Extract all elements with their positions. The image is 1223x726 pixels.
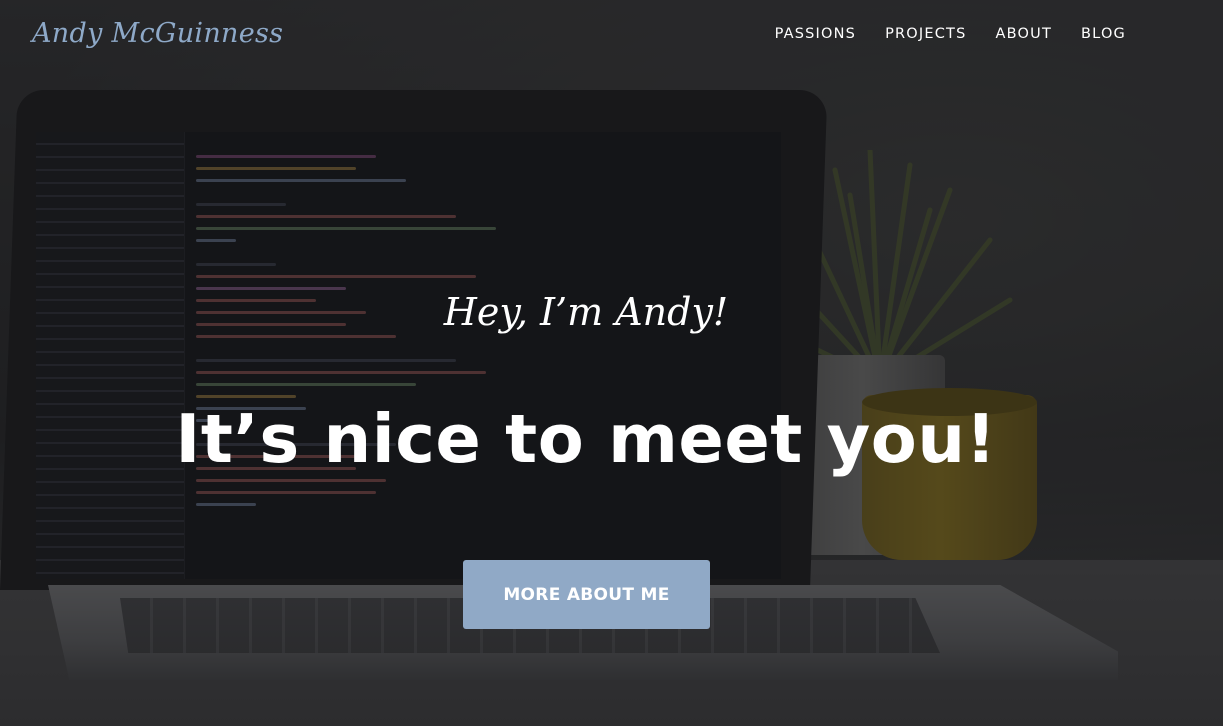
nav-link-about[interactable]: ABOUT: [996, 26, 1053, 42]
hero-greeting: Hey, I’m Andy!: [443, 290, 729, 334]
nav-link-blog[interactable]: BLOG: [1081, 26, 1126, 42]
site-logo[interactable]: Andy McGuinness: [32, 18, 283, 49]
hero-headline: It’s nice to meet you!: [175, 400, 997, 478]
main-nav: PASSIONS PROJECTS ABOUT BLOG: [775, 26, 1126, 42]
nav-link-projects[interactable]: PROJECTS: [885, 26, 966, 42]
more-about-me-button[interactable]: MORE ABOUT ME: [463, 560, 710, 629]
hero-section: Andy McGuinness PASSIONS PROJECTS ABOUT …: [0, 0, 1223, 726]
nav-link-passions[interactable]: PASSIONS: [775, 26, 856, 42]
